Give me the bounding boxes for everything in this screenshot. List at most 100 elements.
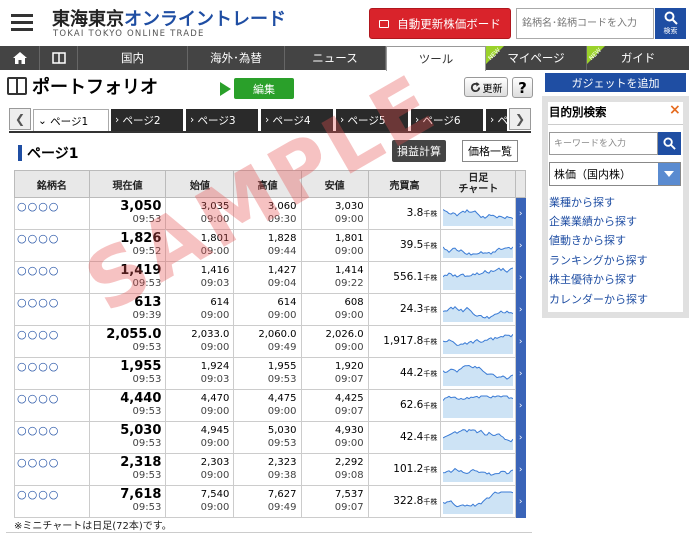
close-icon[interactable]: × bbox=[669, 102, 681, 118]
logo[interactable]: 東海東京オンライントレード bbox=[52, 5, 286, 31]
logo-english: TOKAI TOKYO ONLINE TRADE bbox=[53, 29, 205, 39]
row-detail-button[interactable]: › bbox=[515, 197, 526, 230]
link-search-by-earnings[interactable]: 企業業績から探す bbox=[549, 213, 637, 229]
mini-chart-cell[interactable] bbox=[440, 453, 517, 486]
mini-chart-cell[interactable] bbox=[440, 293, 517, 326]
high-price-cell: 614 09:00 bbox=[233, 293, 302, 326]
row-detail-button[interactable]: › bbox=[515, 229, 526, 262]
footnote: ※ミニチャートは日足(72本)です。 bbox=[14, 521, 172, 532]
table-row[interactable]: ○○○○ 7,618 09:53 7,540 09:00 7,627 09:49 7,537 0… bbox=[14, 485, 526, 518]
row-detail-button[interactable]: › bbox=[515, 293, 526, 326]
mini-chart-cell[interactable] bbox=[440, 357, 517, 390]
table-row[interactable]: ○○○○ 1,826 09:52 1,801 09:00 1,828 09:44 1,801 0… bbox=[14, 229, 526, 262]
tab-page-4[interactable]: › ページ4 bbox=[261, 109, 333, 131]
open-price-cell: 1,924 09:03 bbox=[165, 357, 235, 390]
table-row[interactable]: ○○○○ 1,419 09:53 1,416 09:03 1,427 09:04 1,414 0… bbox=[14, 261, 526, 294]
row-detail-button[interactable]: › bbox=[515, 485, 526, 518]
row-detail-button[interactable]: › bbox=[515, 389, 526, 422]
profit-loss-button[interactable]: 損益計算 bbox=[392, 140, 446, 162]
edit-button[interactable]: 編集 bbox=[220, 78, 294, 99]
volume: 44.2 bbox=[399, 367, 424, 379]
refresh-button[interactable]: 更新 bbox=[464, 77, 508, 97]
help-button[interactable]: ? bbox=[512, 77, 533, 98]
add-gadget-button[interactable]: ガジェットを追加 bbox=[545, 73, 686, 92]
mini-chart-cell[interactable] bbox=[440, 261, 517, 294]
stock-name-link[interactable]: ○○○○ bbox=[14, 453, 90, 486]
row-detail-button[interactable]: › bbox=[515, 261, 526, 294]
tab-page-1[interactable]: ⌄ ページ1 bbox=[33, 109, 109, 132]
link-search-by-ranking[interactable]: ランキングから探す bbox=[549, 252, 648, 268]
table-row[interactable]: ○○○○ 1,955 09:53 1,924 09:03 1,955 09:53 1,920 0… bbox=[14, 357, 526, 390]
volume-unit: 千株 bbox=[423, 274, 438, 282]
stock-name-link[interactable]: ○○○○ bbox=[14, 229, 90, 262]
stock-name-link[interactable]: ○○○○ bbox=[14, 421, 90, 454]
stock-name-link[interactable]: ○○○○ bbox=[14, 485, 90, 518]
table-row[interactable]: ○○○○ 2,055.0 09:53 2,033.0 09:00 2,060.0 09:49… bbox=[14, 325, 526, 358]
nav-item-mypage[interactable]: NEW マイページ bbox=[486, 46, 587, 70]
nav-item-overseas[interactable]: 海外･為替 bbox=[188, 46, 285, 70]
row-detail-button[interactable]: › bbox=[515, 357, 526, 390]
table-row[interactable]: ○○○○ 613 09:39 614 09:00 614 09:00 608 09:00 24.3… bbox=[14, 293, 526, 326]
tab-label: ページ3 bbox=[197, 114, 236, 127]
link-search-by-calendar[interactable]: カレンダーから探す bbox=[549, 291, 648, 307]
open-price-cell: 614 09:00 bbox=[165, 293, 235, 326]
table-row[interactable]: ○○○○ 4,440 09:53 4,470 09:00 4,475 09:00 4,425 0… bbox=[14, 389, 526, 422]
stock-name-link[interactable]: ○○○○ bbox=[14, 325, 90, 358]
nav-item-domestic[interactable]: 国内 bbox=[78, 46, 188, 70]
mini-chart-cell[interactable] bbox=[440, 325, 517, 358]
search-button[interactable]: 検索 bbox=[655, 8, 686, 39]
mini-chart bbox=[443, 333, 514, 354]
tab-page-5[interactable]: › ページ5 bbox=[336, 109, 408, 131]
nav-item-guide[interactable]: NEW ガイド bbox=[587, 46, 689, 70]
keyword-input[interactable] bbox=[549, 132, 658, 155]
tab-page-6[interactable]: › ページ6 bbox=[411, 109, 483, 131]
stock-name: ○○○○ bbox=[17, 328, 60, 341]
market-select[interactable]: 株価（国内株） bbox=[549, 162, 681, 186]
tab-page-2[interactable]: › ページ2 bbox=[111, 109, 183, 131]
tab-page-7[interactable]: › ページ7 bbox=[486, 109, 507, 131]
open-time: 09:00 bbox=[200, 502, 230, 513]
row-detail-button[interactable]: › bbox=[515, 325, 526, 358]
chevron-right-icon: › bbox=[115, 114, 120, 126]
row-detail-button[interactable]: › bbox=[515, 421, 526, 454]
mini-chart-cell[interactable] bbox=[440, 197, 517, 230]
row-detail-button[interactable]: › bbox=[515, 453, 526, 486]
link-search-by-price-move[interactable]: 値動きから探す bbox=[549, 232, 626, 248]
mini-chart bbox=[443, 209, 514, 226]
table-row[interactable]: ○○○○ 5,030 09:53 4,945 09:00 5,030 09:53 4,930 0… bbox=[14, 421, 526, 454]
open-price: 7,540 bbox=[200, 489, 230, 500]
tabs-prev-button[interactable]: ❮ bbox=[9, 108, 31, 130]
table-row[interactable]: ○○○○ 2,318 09:53 2,303 09:00 2,323 09:38 2,292 0… bbox=[14, 453, 526, 486]
keyword-search-button[interactable] bbox=[658, 132, 681, 155]
hamburger-menu-icon[interactable] bbox=[0, 0, 44, 44]
nav-item-tools[interactable]: ツール bbox=[386, 46, 486, 71]
section-title: ページ1 bbox=[18, 143, 78, 163]
tab-page-3[interactable]: › ページ3 bbox=[186, 109, 258, 131]
chevron-right-icon: › bbox=[518, 208, 523, 219]
stock-name-link[interactable]: ○○○○ bbox=[14, 389, 90, 422]
mini-chart-cell[interactable] bbox=[440, 485, 517, 518]
link-search-by-industry[interactable]: 業種から探す bbox=[549, 194, 615, 210]
price-list-button[interactable]: 価格一覧 bbox=[462, 140, 518, 162]
book-icon[interactable] bbox=[40, 46, 78, 70]
home-icon[interactable] bbox=[0, 46, 40, 70]
volume-cell: 39.5千株 bbox=[367, 229, 442, 262]
stock-name: ○○○○ bbox=[17, 200, 60, 213]
mini-chart-cell[interactable] bbox=[440, 229, 517, 262]
stock-name-link[interactable]: ○○○○ bbox=[14, 357, 90, 390]
main-frame-bottom bbox=[6, 532, 532, 533]
stock-name-link[interactable]: ○○○○ bbox=[14, 261, 90, 294]
logo-kana: オンライントレード bbox=[124, 9, 286, 30]
mini-chart-cell[interactable] bbox=[440, 389, 517, 422]
link-search-by-benefits[interactable]: 株主優待から探す bbox=[549, 271, 637, 287]
nav-item-news[interactable]: ニュース bbox=[285, 46, 386, 70]
table-row[interactable]: ○○○○ 3,050 09:53 3,035 09:00 3,060 09:30 3,030 0… bbox=[14, 197, 526, 230]
stock-board-button[interactable]: 自動更新株価ボード bbox=[369, 8, 511, 39]
open-price-cell: 4,945 09:00 bbox=[165, 421, 235, 454]
stock-search-input[interactable] bbox=[516, 8, 654, 39]
tabs-next-button[interactable]: ❯ bbox=[509, 108, 531, 130]
stock-name-link[interactable]: ○○○○ bbox=[14, 197, 90, 230]
stock-name-link[interactable]: ○○○○ bbox=[14, 293, 90, 326]
mini-chart-cell[interactable] bbox=[440, 421, 517, 454]
chevron-right-icon: › bbox=[518, 464, 523, 475]
